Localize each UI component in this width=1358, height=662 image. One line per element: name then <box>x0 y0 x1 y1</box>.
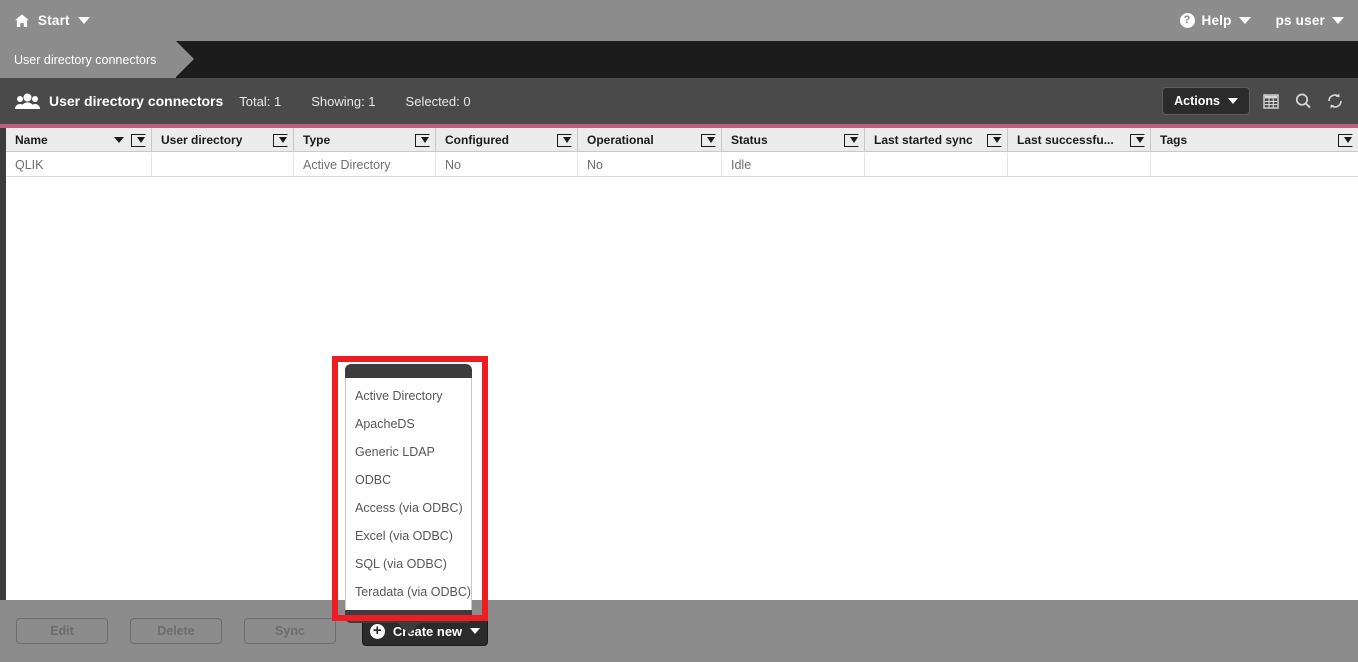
table-cell-status: Idle <box>722 153 865 176</box>
table-header-configured[interactable]: Configured <box>436 128 578 152</box>
table-header-operational[interactable]: Operational <box>578 128 722 152</box>
top-navigation-bar: Start ? Help ps user <box>0 0 1358 41</box>
table-cell-name: QLIK <box>6 153 152 176</box>
section-toolbar: User directory connectors Total: 1 Showi… <box>0 78 1358 124</box>
plus-circle-icon: + <box>369 623 385 639</box>
menu-pointer-arrow <box>397 623 420 634</box>
help-label: Help <box>1201 13 1232 28</box>
selected-count: Selected: 0 <box>405 93 471 109</box>
table-cell-user-directory <box>152 153 294 176</box>
table-header-tags[interactable]: Tags <box>1151 128 1358 152</box>
table-cell-operational: No <box>578 153 722 176</box>
create-new-menu-item[interactable]: Excel (via ODBC) <box>346 522 471 550</box>
table-header-label: User directory <box>161 133 243 147</box>
edit-button[interactable]: Edit <box>16 618 108 644</box>
start-label: Start <box>38 13 70 28</box>
filter-icon[interactable] <box>987 134 1002 147</box>
create-new-chevron-down-icon <box>470 628 481 634</box>
table-header-label: Configured <box>445 133 509 147</box>
breadcrumb[interactable]: User directory connectors <box>0 41 195 78</box>
create-new-menu-item[interactable]: SQL (via ODBC) <box>346 550 471 578</box>
create-new-menu[interactable]: Active Directory ApacheDS Generic LDAP ODBC… <box>345 364 472 634</box>
sort-descending-icon[interactable] <box>114 137 124 143</box>
showing-count: Showing: 1 <box>311 93 376 109</box>
user-label: ps user <box>1275 13 1325 28</box>
topbar-right-group: ? Help ps user <box>1179 13 1358 28</box>
create-new-menu-foot <box>345 610 472 634</box>
filter-icon[interactable] <box>1130 134 1145 147</box>
table-cell-last-successful-sync <box>1008 153 1151 176</box>
table-left-rail <box>0 128 6 600</box>
table-cell-last-started-sync <box>865 153 1008 176</box>
start-menu-button[interactable]: Start <box>0 13 90 29</box>
table-header-label: Operational <box>587 133 654 147</box>
table-header-last-started-sync[interactable]: Last started sync <box>865 128 1008 152</box>
create-new-menu-item[interactable]: Generic LDAP <box>346 438 471 466</box>
filter-icon[interactable] <box>701 134 716 147</box>
table-cell-type: Active Directory <box>294 153 436 176</box>
breadcrumb-bar: User directory connectors <box>0 41 1358 78</box>
filter-icon[interactable] <box>273 134 288 147</box>
table-header-label: Name <box>15 133 48 147</box>
footer-action-bar: Edit Delete Sync + Create new <box>0 600 1358 662</box>
create-new-menu-item[interactable]: Access (via ODBC) <box>346 494 471 522</box>
create-new-menu-item[interactable]: ODBC <box>346 466 471 494</box>
filter-icon[interactable] <box>1338 134 1353 147</box>
table-header-last-successful-sync[interactable]: Last successfu... <box>1008 128 1151 152</box>
home-icon <box>14 13 30 29</box>
delete-button[interactable]: Delete <box>130 618 222 644</box>
create-new-menu-item[interactable]: Active Directory <box>346 382 471 410</box>
chevron-down-icon[interactable] <box>77 17 90 24</box>
create-new-menu-item[interactable]: Teradata (via ODBC) <box>346 578 471 606</box>
table-cell-tags <box>1151 153 1358 176</box>
table-header-label: Type <box>303 133 331 147</box>
page-title: User directory connectors <box>49 93 224 109</box>
table-header-row: Name User directory Type Configured Operatio… <box>6 128 1358 152</box>
refresh-icon[interactable] <box>1324 90 1346 112</box>
help-menu-button[interactable]: ? Help <box>1179 13 1251 28</box>
table-header-label: Last started sync <box>874 133 973 147</box>
search-icon[interactable] <box>1292 90 1314 112</box>
create-new-menu-list: Active Directory ApacheDS Generic LDAP ODBC… <box>345 378 472 610</box>
users-group-icon <box>14 92 40 110</box>
table-cell-configured: No <box>436 153 578 176</box>
actions-button[interactable]: Actions <box>1162 87 1250 115</box>
filter-icon[interactable] <box>415 134 430 147</box>
table-header-status[interactable]: Status <box>722 128 865 152</box>
app-root: Start ? Help ps user User directory conn… <box>0 0 1358 662</box>
help-chevron-down-icon[interactable] <box>1238 17 1251 24</box>
user-menu-button[interactable]: ps user <box>1276 13 1344 28</box>
breadcrumb-label: User directory connectors <box>14 52 157 67</box>
total-count: Total: 1 <box>239 93 282 109</box>
table-header-type[interactable]: Type <box>294 128 436 152</box>
table-header-label: Tags <box>1160 133 1188 147</box>
filter-icon[interactable] <box>844 134 859 147</box>
table-header-name[interactable]: Name <box>6 128 152 152</box>
filter-icon[interactable] <box>131 134 146 147</box>
user-chevron-down-icon[interactable] <box>1332 17 1344 24</box>
table-row[interactable]: QLIK Active Directory No No Idle <box>6 153 1358 177</box>
filter-icon[interactable] <box>557 134 572 147</box>
data-table: Name User directory Type Configured Operatio… <box>0 128 1358 600</box>
table-header-label: Last successfu... <box>1017 133 1114 147</box>
table-columns-icon[interactable] <box>1260 90 1282 112</box>
actions-label: Actions <box>1174 94 1220 108</box>
question-circle-icon: ? <box>1179 13 1195 28</box>
actions-chevron-down-icon <box>1228 98 1238 104</box>
table-header-label: Status <box>731 133 768 147</box>
create-new-menu-cap <box>345 364 472 378</box>
table-header-user-directory[interactable]: User directory <box>152 128 294 152</box>
sync-button[interactable]: Sync <box>244 618 336 644</box>
create-new-menu-item[interactable]: ApacheDS <box>346 410 471 438</box>
